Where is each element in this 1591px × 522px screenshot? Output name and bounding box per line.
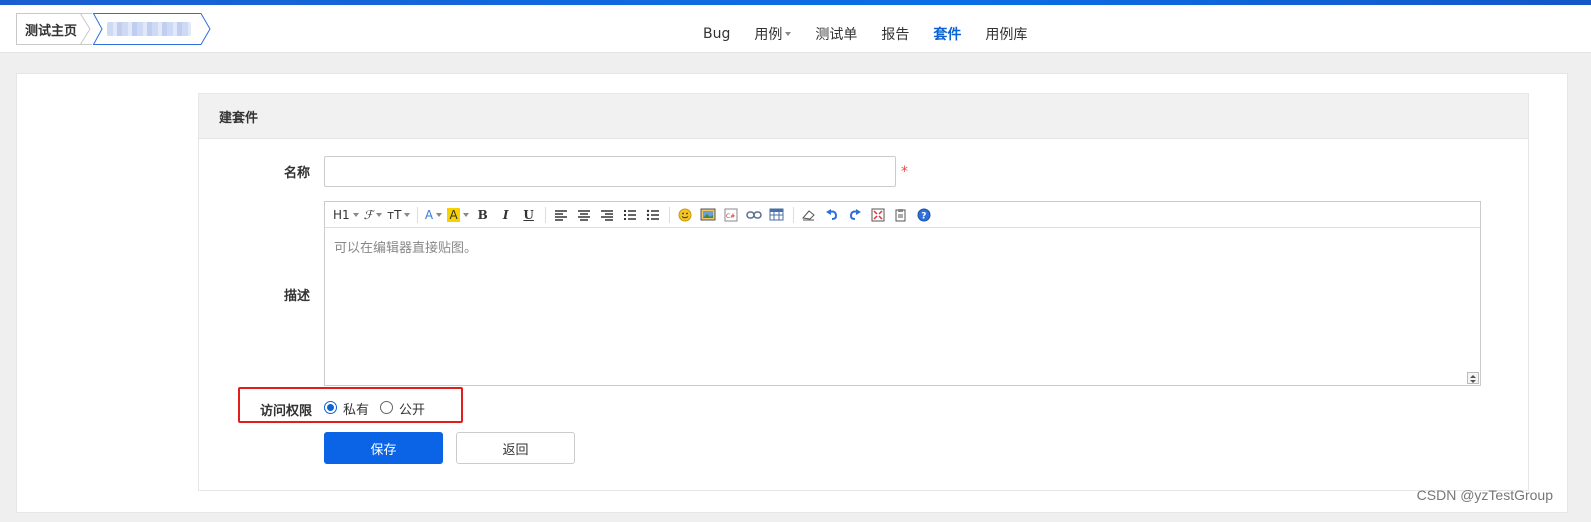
toolbar-divider (668, 206, 670, 223)
nav-suite[interactable]: 套件 (933, 24, 961, 44)
nav-report[interactable]: 报告 (881, 24, 909, 44)
back-button[interactable]: 返回 (456, 432, 575, 464)
paste-template-icon[interactable] (892, 205, 910, 225)
align-left-icon[interactable] (552, 205, 570, 225)
background-color-button[interactable]: A (447, 205, 469, 225)
svg-text:C#: C# (726, 213, 735, 220)
name-label: 名称 (283, 166, 310, 181)
align-right-icon[interactable] (598, 205, 616, 225)
main-nav: Bug 用例 测试单 报告 套件 用例库 (703, 10, 1051, 58)
nav-bug[interactable]: Bug (703, 26, 730, 42)
nav-caselib[interactable]: 用例库 (985, 24, 1027, 44)
ordered-list-icon[interactable] (621, 205, 639, 225)
underline-button[interactable]: U (520, 205, 538, 225)
emoticon-icon[interactable] (676, 205, 694, 225)
toolbar-divider (544, 206, 546, 223)
breadcrumb-home-label: 测试主页 (25, 23, 78, 39)
fullscreen-icon[interactable] (869, 205, 887, 225)
table-icon[interactable] (768, 205, 786, 225)
font-family-button[interactable]: ℱ (364, 205, 383, 225)
breadcrumb-current[interactable] (93, 13, 211, 45)
nav-cases[interactable]: 用例 (754, 24, 792, 44)
toolbar-divider (792, 206, 794, 223)
chevron-down-icon (785, 32, 792, 36)
font-size-button[interactable]: тT (387, 205, 411, 225)
editor-placeholder: 可以在编辑器直接贴图。 (334, 241, 478, 256)
access-label: 访问权限 (259, 404, 312, 419)
image-icon[interactable] (699, 205, 717, 225)
breadcrumb-current-blurred-label (107, 22, 191, 36)
chevron-down-icon (376, 212, 383, 217)
editor-toolbar: H1 ℱ тT A A B I U C# ? (325, 202, 1480, 228)
chevron-down-icon (404, 212, 411, 217)
font-color-button[interactable]: A (424, 205, 443, 225)
header: 测试主页 Bug 用例 测试单 报告 套件 用例库 (0, 5, 1591, 53)
chevron-down-icon (352, 212, 359, 217)
chevron-down-icon (436, 212, 443, 217)
radio-public-label: 公开 (399, 403, 426, 418)
redo-icon[interactable] (846, 205, 864, 225)
help-icon[interactable]: ? (915, 205, 933, 225)
svg-text:?: ? (921, 211, 926, 221)
link-icon[interactable] (745, 205, 763, 225)
radio-public[interactable] (380, 401, 393, 414)
unordered-list-icon[interactable] (644, 205, 662, 225)
save-button[interactable]: 保存 (324, 432, 443, 464)
radio-private-label: 私有 (343, 403, 370, 418)
italic-button[interactable]: I (497, 205, 515, 225)
undo-icon[interactable] (823, 205, 841, 225)
description-label: 描述 (283, 289, 310, 304)
panel-title: 建套件 (199, 94, 1528, 139)
description-editor[interactable]: H1 ℱ тT A A B I U C# ? 可以在编辑器直接贴图。 (324, 201, 1481, 386)
chevron-down-icon (462, 212, 469, 217)
name-input[interactable] (324, 156, 896, 187)
heading-button[interactable]: H1 (333, 205, 359, 225)
eraser-icon[interactable] (800, 205, 818, 225)
code-icon[interactable]: C# (722, 205, 740, 225)
required-mark: * (901, 164, 908, 180)
watermark: CSDN @yzTestGroup (1416, 487, 1553, 503)
nav-testtask[interactable]: 测试单 (815, 24, 857, 44)
resize-handle-icon[interactable] (1467, 372, 1479, 384)
radio-private[interactable] (324, 401, 337, 414)
bold-button[interactable]: B (474, 205, 492, 225)
align-center-icon[interactable] (575, 205, 593, 225)
toolbar-divider (417, 206, 419, 223)
